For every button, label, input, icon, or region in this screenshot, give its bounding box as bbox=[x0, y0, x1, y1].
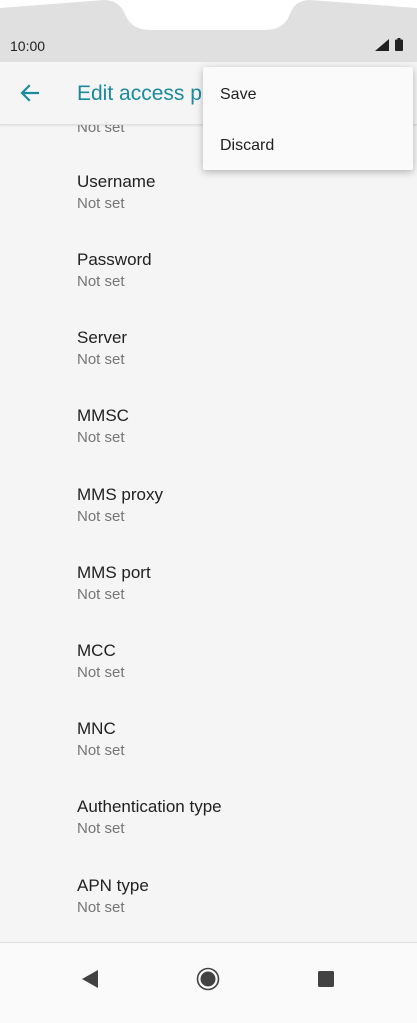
back-triangle-icon bbox=[82, 970, 98, 988]
list-item-value: Not set bbox=[77, 195, 125, 212]
signal-icon bbox=[375, 38, 389, 51]
nav-recents-button[interactable] bbox=[302, 955, 350, 1003]
status-icons bbox=[375, 38, 403, 51]
navigation-bar bbox=[0, 942, 417, 1023]
list-item-password[interactable]: Password Not set bbox=[0, 250, 417, 328]
list-item-label: Server bbox=[77, 328, 128, 347]
list-item-authentication-type[interactable]: Authentication type Not set bbox=[0, 797, 417, 875]
list-item-value: Not set bbox=[77, 429, 125, 446]
list-item-value: Not set bbox=[77, 351, 125, 368]
menu-item-discard[interactable]: Discard bbox=[203, 120, 413, 170]
list-item-label: Password bbox=[77, 250, 152, 269]
list-item-value: Not set bbox=[77, 273, 125, 290]
list-item-label: MCC bbox=[77, 641, 116, 660]
list-item-value: Not set bbox=[77, 742, 125, 759]
list-item-mcc[interactable]: MCC Not set bbox=[0, 641, 417, 719]
menu-item-label: Save bbox=[220, 86, 257, 103]
settings-list[interactable]: Not set Username Not set Password Not se… bbox=[0, 124, 417, 942]
list-item-value: Not set bbox=[77, 820, 125, 837]
list-item-label: MMS proxy bbox=[77, 485, 163, 504]
list-item-value: Not set bbox=[77, 664, 125, 681]
list-item-label: Authentication type bbox=[77, 797, 222, 816]
overflow-menu: Save Discard bbox=[203, 67, 413, 170]
list-item-label: MNC bbox=[77, 719, 116, 738]
list-item-label: APN type bbox=[77, 876, 149, 895]
clipped-row-value: Not set bbox=[77, 124, 125, 136]
page-title: Edit access p bbox=[77, 82, 202, 105]
list-item-mms-port[interactable]: MMS port Not set bbox=[0, 563, 417, 641]
arrow-left-icon bbox=[20, 84, 40, 102]
list-item-mmsc[interactable]: MMSC Not set bbox=[0, 406, 417, 484]
status-time: 10:00 bbox=[10, 38, 46, 54]
display-notch bbox=[0, 0, 417, 30]
menu-item-save[interactable]: Save bbox=[203, 69, 413, 119]
list-item-value: Not set bbox=[77, 899, 125, 916]
status-bar: 10:00 bbox=[0, 0, 417, 62]
list-item-mnc[interactable]: MNC Not set bbox=[0, 719, 417, 797]
list-item-value: Not set bbox=[77, 508, 125, 525]
list-item-mms-proxy[interactable]: MMS proxy Not set bbox=[0, 485, 417, 563]
menu-item-label: Discard bbox=[220, 137, 275, 154]
nav-back-button[interactable] bbox=[66, 955, 114, 1003]
list-item-server[interactable]: Server Not set bbox=[0, 328, 417, 406]
list-item-label: MMS port bbox=[77, 563, 151, 582]
battery-icon bbox=[395, 38, 403, 51]
recents-square-icon bbox=[318, 971, 334, 987]
list-item-value: Not set bbox=[77, 586, 125, 603]
list-item-label: Username bbox=[77, 172, 156, 191]
list-item-label: MMSC bbox=[77, 406, 129, 425]
home-circle-icon bbox=[196, 967, 220, 991]
nav-home-button[interactable] bbox=[184, 955, 232, 1003]
list-item-username[interactable]: Username Not set bbox=[0, 172, 417, 250]
list-item-apn-type[interactable]: APN type Not set bbox=[0, 876, 417, 942]
back-button[interactable] bbox=[10, 73, 50, 113]
